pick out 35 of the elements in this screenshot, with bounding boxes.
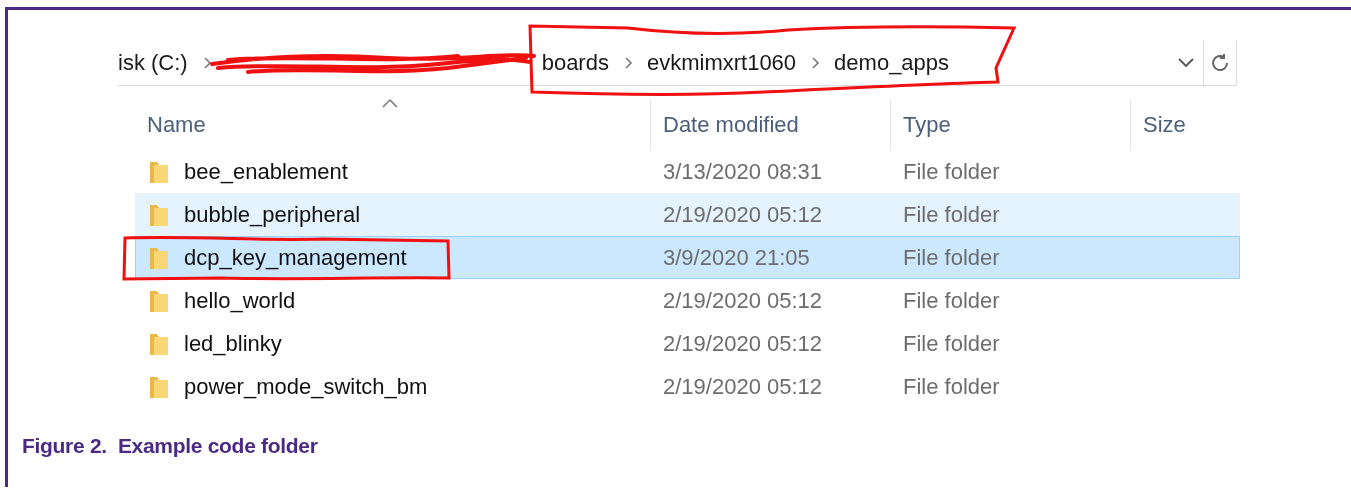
- refresh-button[interactable]: [1203, 39, 1237, 86]
- date-cell-text: 2/19/2020 05:12: [662, 373, 824, 400]
- type-cell-text: File folder: [902, 330, 1001, 357]
- type-cell-text: File folder: [902, 287, 1001, 314]
- type-cell-text: File folder: [902, 201, 1001, 228]
- file-row[interactable]: bee_enablement 3/13/2020 08:31 File folder: [135, 150, 1240, 193]
- file-name: led_blinky: [184, 330, 282, 357]
- type-cell-text: File folder: [902, 244, 1001, 271]
- type-cell-text: File folder: [902, 158, 1001, 185]
- refresh-icon: [1209, 51, 1231, 74]
- file-name: bubble_peripheral: [184, 201, 361, 228]
- file-row[interactable]: bubble_peripheral 2/19/2020 05:12 File folder: [135, 193, 1240, 236]
- file-row[interactable]: hello_world 2/19/2020 05:12 File folder: [135, 279, 1240, 322]
- dropdown-icon[interactable]: [1177, 56, 1195, 69]
- type-cell-text: File folder: [902, 373, 1001, 400]
- file-name: hello_world: [184, 287, 296, 314]
- column-header[interactable]: Date modified: [663, 112, 799, 138]
- file-name: power_mode_switch_bm: [184, 373, 428, 400]
- path-segment[interactable]: evkmimxrt1060: [646, 49, 797, 76]
- date-cell-text: 3/13/2020 08:31: [662, 158, 824, 185]
- path-segment[interactable]: boards: [541, 49, 609, 76]
- path-segment[interactable]: demo_apps: [834, 49, 950, 76]
- date-cell-text: 3/9/2020 21:05: [662, 244, 811, 271]
- column-header[interactable]: Size: [1143, 112, 1186, 138]
- file-name: dcp_key_management: [184, 244, 407, 271]
- date-cell-text: 2/19/2020 05:12: [662, 287, 824, 314]
- column-header[interactable]: Name: [147, 112, 206, 138]
- date-cell-text: 2/19/2020 05:12: [662, 201, 824, 228]
- file-row[interactable]: led_blinky 2/19/2020 05:12 File folder: [135, 322, 1240, 365]
- path-segment[interactable]: isk (C:): [118, 49, 188, 76]
- column-header[interactable]: Type: [903, 112, 951, 138]
- file-row[interactable]: power_mode_switch_bm 2/19/2020 05:12 File folder: [135, 365, 1240, 408]
- file-name: bee_enablement: [184, 158, 348, 185]
- date-cell-text: 2/19/2020 05:12: [662, 330, 824, 357]
- figure-caption: Figure 2. Example code folder: [22, 434, 319, 458]
